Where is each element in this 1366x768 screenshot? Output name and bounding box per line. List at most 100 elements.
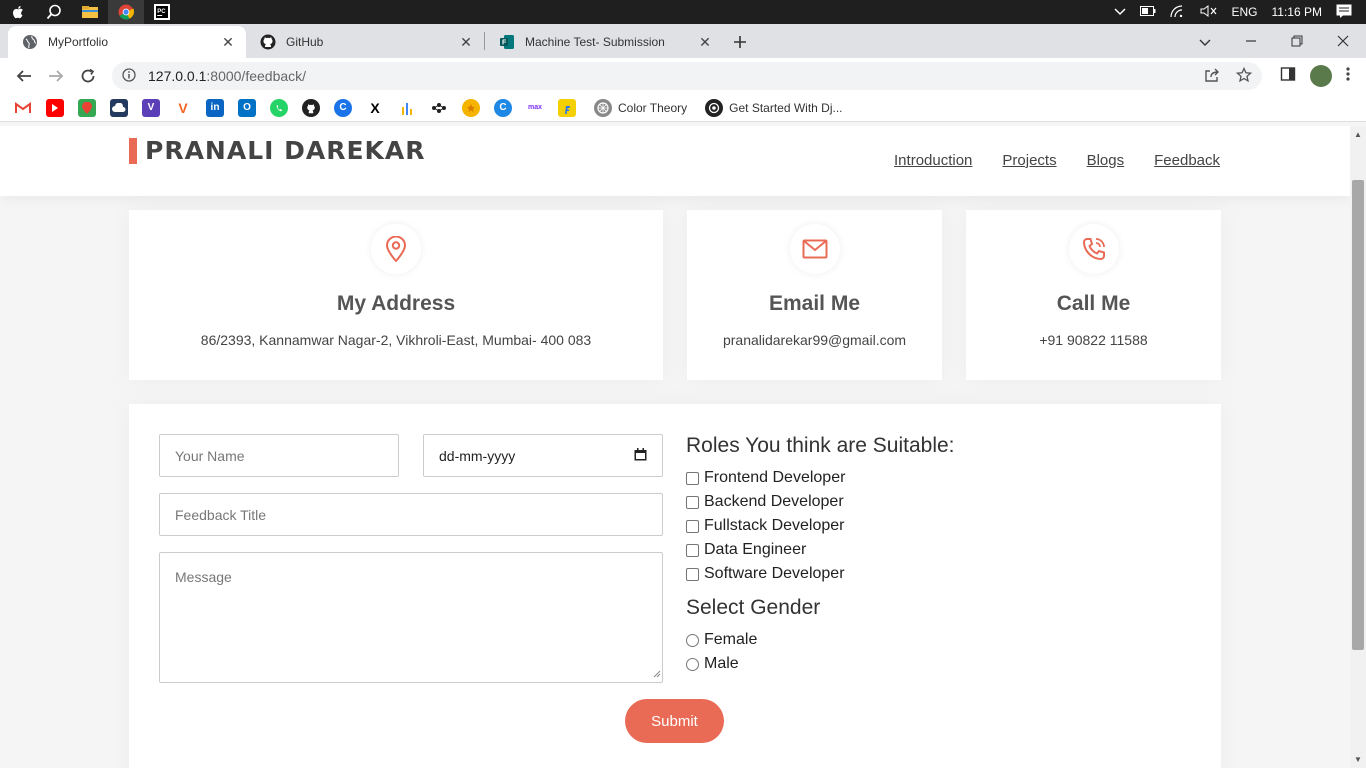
tab-myportfolio[interactable]: MyPortfolio ✕	[8, 26, 246, 58]
language-indicator[interactable]: ENG	[1232, 5, 1258, 19]
cloud-icon[interactable]	[110, 98, 128, 117]
role-checkbox[interactable]	[686, 567, 699, 581]
message-textarea[interactable]: Message	[159, 552, 663, 683]
date-placeholder: dd-mm-yyyy	[439, 447, 516, 464]
page-scrollbar[interactable]: ▲ ▼	[1350, 126, 1366, 768]
vue-style-icon[interactable]: V	[174, 98, 192, 117]
feedback-title-input[interactable]: Feedback Title	[159, 493, 663, 536]
nav-introduction[interactable]: Introduction	[894, 152, 972, 169]
bookmark-star-icon[interactable]	[1235, 66, 1253, 86]
role-fullstack[interactable]: Fullstack Developer	[686, 517, 845, 535]
minimize-icon[interactable]	[1228, 34, 1274, 50]
close-tab-icon[interactable]: ✕	[697, 34, 713, 51]
scroll-down-icon[interactable]: ▼	[1350, 755, 1366, 764]
notifications-icon[interactable]	[1336, 4, 1352, 21]
c-bookmark-icon[interactable]: C	[334, 98, 352, 117]
role-checkbox[interactable]	[686, 471, 699, 485]
flipkart-icon[interactable]	[558, 98, 576, 117]
avatar[interactable]	[1310, 65, 1332, 87]
wifi-icon[interactable]	[1169, 4, 1186, 20]
x-bookmark-icon[interactable]: X	[366, 98, 384, 117]
close-window-icon[interactable]	[1320, 34, 1366, 50]
speaker-muted-icon[interactable]	[1200, 4, 1218, 20]
role-backend[interactable]: Backend Developer	[686, 493, 844, 511]
youtube-icon[interactable]	[46, 98, 64, 117]
new-tab-button[interactable]	[723, 26, 757, 58]
role-label: Fullstack Developer	[704, 517, 845, 534]
url-host: 127.0.0.1	[148, 68, 207, 84]
tab-github[interactable]: GitHub ✕	[246, 26, 484, 58]
reload-icon[interactable]	[72, 62, 104, 90]
card-title: Call Me	[1056, 292, 1131, 315]
search-icon[interactable]	[36, 0, 72, 24]
site-info-icon[interactable]	[122, 67, 140, 85]
globe-icon	[22, 34, 38, 50]
date-input[interactable]: dd-mm-yyyy	[423, 434, 663, 477]
gender-radio[interactable]	[686, 657, 699, 671]
nav-projects[interactable]: Projects	[1002, 152, 1056, 169]
card-text[interactable]: +91 90822 11588	[966, 332, 1221, 348]
close-tab-icon[interactable]: ✕	[220, 34, 236, 51]
gender-female[interactable]: Female	[686, 631, 757, 649]
address-bar[interactable]: 127.0.0.1:8000/feedback/	[112, 62, 1262, 90]
gmail-icon[interactable]	[14, 98, 32, 117]
share-icon[interactable]	[1204, 67, 1220, 86]
linkedin-icon[interactable]: in	[206, 98, 224, 117]
side-panel-icon[interactable]	[1280, 66, 1296, 87]
call-card: Call Me +91 90822 11588	[966, 210, 1221, 380]
pycharm-icon[interactable]: PC	[144, 0, 180, 24]
brand-logo[interactable]: PRANALI DAREKAR	[129, 136, 426, 165]
email-card: Email Me pranalidarekar99@gmail.com	[687, 210, 942, 380]
whatsapp-icon[interactable]	[270, 98, 288, 117]
battery-icon[interactable]	[1139, 5, 1156, 19]
role-label: Frontend Developer	[704, 469, 846, 486]
tab-machine-test[interactable]: F Machine Test- Submission ✕	[485, 26, 723, 58]
card-title: Email Me	[768, 292, 861, 315]
restore-icon[interactable]	[1274, 34, 1320, 50]
gender-radio[interactable]	[686, 633, 699, 647]
maps-icon[interactable]	[78, 98, 96, 117]
v-bookmark-icon[interactable]: V	[142, 98, 160, 117]
max-bookmark-icon[interactable]: max	[526, 98, 544, 117]
role-checkbox[interactable]	[686, 519, 699, 533]
coin-bookmark-icon[interactable]	[462, 98, 480, 117]
resize-handle-icon[interactable]	[653, 665, 661, 681]
tab-title: GitHub	[286, 35, 324, 49]
calendar-icon[interactable]	[634, 447, 647, 464]
role-software-developer[interactable]: Software Developer	[686, 565, 845, 583]
apple-icon[interactable]	[0, 0, 36, 24]
chart-bookmark-icon[interactable]	[398, 98, 416, 117]
django-circle-icon	[705, 98, 724, 117]
role-frontend[interactable]: Frontend Developer	[686, 469, 845, 487]
clock[interactable]: 11:16 PM	[1272, 5, 1322, 19]
scrollbar-thumb[interactable]	[1352, 180, 1364, 650]
card-text[interactable]: pranalidarekar99@gmail.com	[687, 332, 942, 348]
back-arrow-icon[interactable]	[8, 62, 40, 90]
nav-feedback[interactable]: Feedback	[1154, 152, 1220, 169]
message-placeholder: Message	[175, 569, 232, 585]
bookmark-django[interactable]: Get Started With Dj...	[705, 98, 843, 117]
role-label: Backend Developer	[704, 493, 844, 510]
tab-search-chevron-icon[interactable]	[1182, 34, 1228, 50]
name-input[interactable]: Your Name	[159, 434, 399, 477]
bookmark-color-theory[interactable]: Color Theory	[594, 98, 687, 117]
outlook-icon[interactable]: O	[238, 98, 256, 117]
chevron-up-icon[interactable]	[1113, 5, 1126, 19]
forward-arrow-icon[interactable]	[40, 62, 72, 90]
chrome-taskbar-icon[interactable]	[108, 0, 144, 24]
scroll-up-icon[interactable]: ▲	[1350, 130, 1366, 139]
close-tab-icon[interactable]: ✕	[458, 34, 474, 51]
gender-male[interactable]: Male	[686, 655, 739, 673]
file-explorer-icon[interactable]	[72, 0, 108, 24]
role-data-engineer[interactable]: Data Engineer	[686, 541, 806, 559]
nav-blogs[interactable]: Blogs	[1087, 152, 1125, 169]
role-label: Software Developer	[704, 565, 845, 582]
network-bookmark-icon[interactable]	[430, 98, 448, 117]
role-checkbox[interactable]	[686, 495, 699, 509]
submit-button[interactable]: Submit	[625, 699, 724, 743]
canva-icon[interactable]: C	[494, 98, 512, 117]
github-bookmark-icon[interactable]	[302, 98, 320, 117]
tab-title: MyPortfolio	[48, 35, 109, 49]
kebab-menu-icon[interactable]	[1346, 66, 1350, 87]
role-checkbox[interactable]	[686, 543, 699, 557]
